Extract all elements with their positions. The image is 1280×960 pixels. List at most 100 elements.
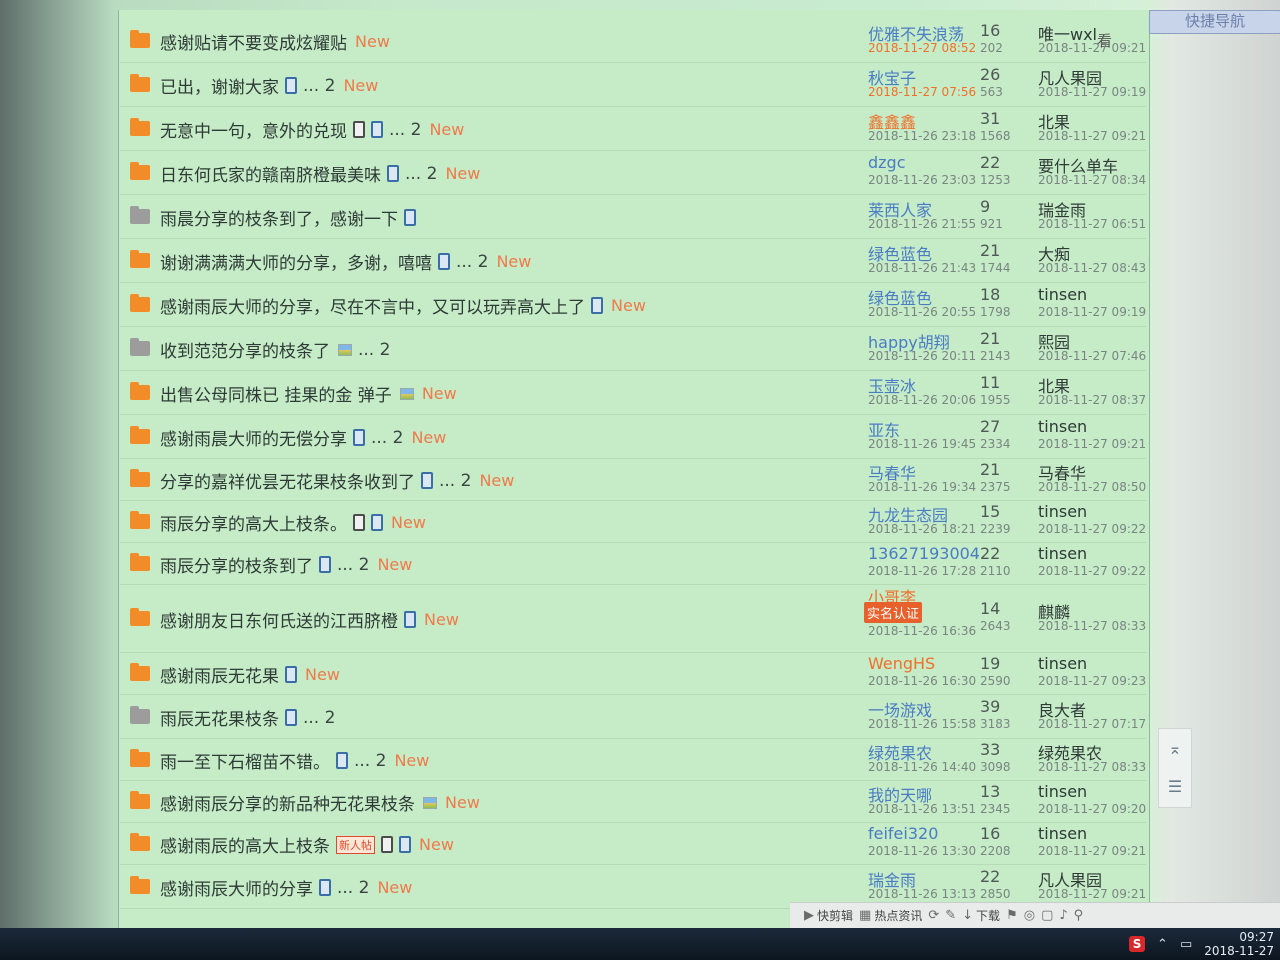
page-link[interactable]: ... 2 [456, 252, 488, 272]
thread-title-link[interactable]: 谢谢满满满大师的分享，多谢，嘻嘻 [160, 249, 432, 274]
hot-news-button[interactable]: ▦ 热点资讯 [859, 907, 922, 924]
reply-count[interactable]: 9 [980, 197, 990, 216]
flag-icon[interactable]: ⚑ [1006, 908, 1018, 923]
reply-count[interactable]: 22 [980, 867, 1000, 886]
reply-count[interactable]: 31 [980, 109, 1000, 128]
download-button[interactable]: ↓ 下载 [962, 907, 1000, 924]
reply-count[interactable]: 16 [980, 21, 1000, 40]
thread-title-link[interactable]: 日东何氏家的赣南脐橙最美味 [160, 161, 381, 186]
thread-title-link[interactable]: 分享的嘉祥优昙无花果枝条收到了 [160, 468, 415, 493]
last-poster-link[interactable]: tinsen [1038, 502, 1087, 521]
last-post-date[interactable]: 2018-11-27 09:20 [1038, 802, 1146, 816]
last-post-date[interactable]: 2018-11-27 08:33 [1038, 619, 1146, 633]
page-link[interactable]: ... 2 [303, 708, 335, 728]
thread-title-link[interactable]: 感谢雨辰无花果 [160, 662, 279, 687]
thread-title-link[interactable]: 感谢雨辰大师的分享，尽在不言中，又可以玩弄高大上了 [160, 293, 585, 318]
reply-count[interactable]: 18 [980, 285, 1000, 304]
last-post-date[interactable]: 2018-11-27 09:21 [1038, 129, 1146, 143]
last-post-date[interactable]: 2018-11-27 07:17 [1038, 717, 1146, 731]
last-post-date[interactable]: 2018-11-27 09:21 [1038, 887, 1146, 901]
last-post-date[interactable]: 2018-11-27 09:21 [1038, 844, 1146, 858]
thread-title-link[interactable]: 感谢雨晨大师的无偿分享 [160, 425, 347, 450]
last-post-date[interactable]: 2018-11-27 09:21 [1038, 41, 1146, 55]
network-icon[interactable]: ▭ [1180, 937, 1192, 952]
reply-count[interactable]: 21 [980, 329, 1000, 348]
thread-title-link[interactable]: 出售公母同株已 挂果的金 弹子 [160, 381, 392, 406]
thread-title-link[interactable]: 雨辰无花果枝条 [160, 705, 279, 730]
tray-arrow-icon[interactable]: ⌃ [1157, 937, 1168, 952]
thread-title-link[interactable]: 雨晨分享的枝条到了，感谢一下 [160, 205, 398, 230]
page-link[interactable]: ... 2 [371, 428, 403, 448]
reply-count[interactable]: 26 [980, 65, 1000, 84]
thread-title-link[interactable]: 雨辰分享的枝条到了 [160, 552, 313, 577]
last-post-date[interactable]: 2018-11-27 08:33 [1038, 760, 1146, 774]
reply-count[interactable]: 15 [980, 502, 1000, 521]
last-poster-link[interactable]: tinsen [1038, 417, 1087, 436]
thread-title-link[interactable]: 感谢朋友日东何氏送的江西脐橙 [160, 607, 398, 632]
thread-title-link[interactable]: 感谢贴请不要变成炫耀贴 [160, 29, 347, 54]
thread-title-link[interactable]: 无意中一句，意外的兑现 [160, 117, 347, 142]
reply-count[interactable]: 22 [980, 544, 1000, 563]
window-icon[interactable]: ▢ [1041, 908, 1053, 923]
author-link[interactable]: feifei320 [868, 824, 938, 843]
page-link[interactable]: ... 2 [337, 555, 369, 575]
last-post-date[interactable]: 2018-11-27 08:50 [1038, 480, 1146, 494]
reply-count[interactable]: 16 [980, 824, 1000, 843]
reply-count[interactable]: 21 [980, 460, 1000, 479]
last-poster-link[interactable]: tinsen [1038, 654, 1087, 673]
browser-icon[interactable]: ◎ [1024, 908, 1035, 923]
refresh-icon[interactable]: ⟳ [928, 908, 939, 923]
thread-title-group: 感谢贴请不要变成炫耀贴 New [160, 29, 390, 54]
reply-count[interactable]: 22 [980, 153, 1000, 172]
thread-title-link[interactable]: 感谢雨辰分享的新品种无花果枝条 [160, 790, 415, 815]
page-link[interactable]: ... 2 [358, 340, 390, 360]
page-link[interactable]: ... 2 [389, 120, 421, 140]
last-post-date[interactable]: 2018-11-27 09:22 [1038, 522, 1146, 536]
last-post-date[interactable]: 2018-11-27 08:34 [1038, 173, 1146, 187]
page-link[interactable]: ... 2 [405, 164, 437, 184]
page-link[interactable]: ... 2 [354, 751, 386, 771]
last-post-date[interactable]: 2018-11-27 08:43 [1038, 261, 1146, 275]
author-link[interactable]: dzgc [868, 153, 906, 172]
clock[interactable]: 09:27 2018-11-27 [1204, 930, 1274, 958]
last-poster-link[interactable]: tinsen [1038, 285, 1087, 304]
thread-title-link[interactable]: 收到范范分享的枝条了 [160, 337, 330, 362]
reply-count[interactable]: 19 [980, 654, 1000, 673]
thread-title-link[interactable]: 感谢雨辰大师的分享 [160, 875, 313, 900]
thread-title-link[interactable]: 感谢雨辰的高大上枝条 [160, 832, 330, 857]
back-to-top-icon[interactable]: ⌅ [1159, 729, 1191, 767]
page-link[interactable]: ... 2 [303, 76, 335, 96]
last-post-date[interactable]: 2018-11-27 09:21 [1038, 437, 1146, 451]
quick-nav-button[interactable]: 快捷导航 [1149, 10, 1280, 34]
reply-count[interactable]: 27 [980, 417, 1000, 436]
last-post-date[interactable]: 2018-11-27 09:19 [1038, 85, 1146, 99]
reply-count[interactable]: 11 [980, 373, 1000, 392]
thread-title-link[interactable]: 雨一至下石榴苗不错。 [160, 748, 330, 773]
reply-count[interactable]: 13 [980, 782, 1000, 801]
volume-icon[interactable]: ♪ [1059, 908, 1067, 923]
pin-icon[interactable]: ✎ [945, 908, 956, 923]
reply-count[interactable]: 21 [980, 241, 1000, 260]
page-link[interactable]: ... 2 [439, 471, 471, 491]
last-post-date[interactable]: 2018-11-27 09:22 [1038, 564, 1146, 578]
thread-title-link[interactable]: 雨辰分享的高大上枝条。 [160, 510, 347, 535]
last-post-date[interactable]: 2018-11-27 09:23 [1038, 674, 1146, 688]
last-poster-link[interactable]: tinsen [1038, 544, 1087, 563]
last-post-date[interactable]: 2018-11-27 07:46 [1038, 349, 1146, 363]
author-link[interactable]: 13627193004 [868, 544, 980, 563]
author-link[interactable]: WengHS [868, 654, 935, 673]
last-poster-link[interactable]: tinsen [1038, 824, 1087, 843]
reply-count[interactable]: 14 [980, 599, 1000, 618]
last-post-date[interactable]: 2018-11-27 06:51 [1038, 217, 1146, 231]
zoom-icon[interactable]: ⚲ [1074, 908, 1084, 923]
page-link[interactable]: ... 2 [337, 878, 369, 898]
last-post-date[interactable]: 2018-11-27 09:19 [1038, 305, 1146, 319]
list-icon[interactable]: ☰ [1159, 767, 1191, 805]
thread-title-link[interactable]: 已出，谢谢大家 [160, 73, 279, 98]
last-post-date[interactable]: 2018-11-27 08:37 [1038, 393, 1146, 407]
reply-count[interactable]: 39 [980, 697, 1000, 716]
last-poster-link[interactable]: tinsen [1038, 782, 1087, 801]
sogou-ime-icon[interactable]: S [1129, 936, 1146, 952]
reply-count[interactable]: 33 [980, 740, 1000, 759]
quick-clip-button[interactable]: ▶ 快剪辑 [804, 907, 853, 924]
